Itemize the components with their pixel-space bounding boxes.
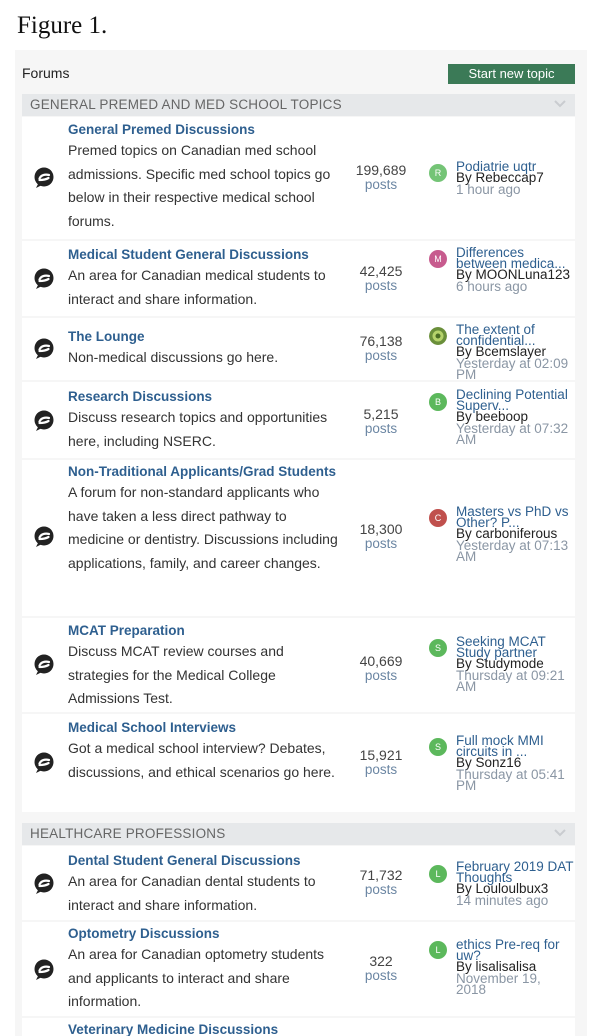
post-count: 18,300 (359, 521, 403, 537)
posts-label: posts (364, 536, 398, 551)
latest-time: 6 hours ago (456, 279, 528, 294)
forum-title-link[interactable]: Research Discussions (68, 390, 340, 404)
avatar[interactable]: B (429, 393, 447, 411)
avatar[interactable]: C (429, 509, 447, 527)
posts-label: posts (364, 968, 398, 983)
speech-bubble-icon (34, 752, 54, 773)
latest-time: November 19, 2018 (456, 971, 541, 997)
forum-row[interactable]: Medical School Interviews Got a medical … (22, 714, 575, 812)
category-header[interactable]: GENERAL PREMED AND MED SCHOOL TOPICS (22, 94, 575, 116)
forum-title-link[interactable]: MCAT Preparation (68, 624, 340, 638)
avatar[interactable]: L (429, 865, 447, 883)
latest-topic-link[interactable]: The extent of confidential... (456, 323, 574, 348)
posts-label: posts (364, 177, 398, 192)
posts-label: posts (364, 278, 398, 293)
forum-row[interactable]: General Premed Discussions Premed topics… (22, 117, 575, 239)
avatar[interactable]: R (429, 164, 447, 182)
forum-panel: Forums Start new topic GENERAL PREMED AN… (15, 50, 587, 1036)
latest-topic-link[interactable]: Seeking MCAT Study partner (456, 635, 574, 660)
latest-time: Thursday at 05:41 PM (456, 767, 565, 793)
latest-time: 14 minutes ago (456, 893, 549, 908)
posts-label: posts (364, 882, 398, 897)
speech-bubble-icon (34, 873, 54, 894)
forum-description: Discuss MCAT review courses and strategi… (68, 643, 284, 706)
posts-label: posts (364, 668, 398, 683)
category-title: GENERAL PREMED AND MED SCHOOL TOPICS (30, 97, 342, 112)
forum-title-link[interactable]: Veterinary Medicine Discussions (68, 1023, 340, 1036)
forum-row[interactable]: Dental Student General Discussions An ar… (22, 846, 575, 920)
latest-topic-link[interactable]: Full mock MMI circuits in ... (456, 734, 574, 759)
post-count: 322 (369, 953, 393, 969)
posts-label: posts (364, 421, 398, 436)
avatar[interactable] (429, 327, 447, 345)
forum-description: An area for Canadian medical students to… (68, 267, 326, 307)
forum-description: Got a medical school interview? Debates,… (68, 740, 335, 780)
latest-topic-link[interactable]: February 2019 DAT Thoughts (456, 860, 574, 885)
forum-row[interactable]: Medical Student General Discussions An a… (22, 241, 575, 316)
latest-topic-link[interactable]: Masters vs PhD vs Other? P... (456, 505, 574, 530)
avatar[interactable]: S (429, 639, 447, 657)
latest-time: Thursday at 09:21 AM (456, 668, 565, 694)
avatar[interactable]: M (429, 250, 447, 268)
forum-header: Forums Start new topic (15, 62, 587, 86)
speech-bubble-icon (34, 959, 54, 980)
posts-label: posts (364, 762, 398, 777)
forum-description: An area for Canadian optometry students … (68, 946, 325, 1009)
latest-topic-link[interactable]: Differences between medica... (456, 246, 574, 271)
forums-title: Forums (22, 65, 70, 81)
post-count: 71,732 (359, 867, 403, 883)
latest-time: 1 hour ago (456, 182, 521, 197)
forum-row[interactable]: Research Discussions Discuss research to… (22, 382, 575, 458)
category-title: HEALTHCARE PROFESSIONS (30, 826, 226, 841)
avatar[interactable]: L (429, 941, 447, 959)
post-count: 40,669 (359, 653, 403, 669)
chevron-down-icon[interactable] (554, 828, 566, 838)
forum-row[interactable]: MCAT Preparation Discuss MCAT review cou… (22, 618, 575, 712)
forum-description: Non-medical discussions go here. (68, 349, 279, 365)
speech-bubble-icon (34, 268, 54, 289)
posts-label: posts (364, 348, 398, 363)
start-new-topic-button[interactable]: Start new topic (448, 64, 575, 84)
forum-title-link[interactable]: Dental Student General Discussions (68, 854, 340, 868)
post-count: 42,425 (359, 263, 403, 279)
post-count: 5,215 (363, 406, 399, 422)
forum-title-link[interactable]: Medical Student General Discussions (68, 248, 340, 262)
speech-bubble-icon (34, 167, 54, 188)
forum-description: Discuss research topics and opportunitie… (68, 409, 328, 449)
forum-description: A forum for non-standard applicants who … (68, 484, 338, 571)
forum-title-link[interactable]: Optometry Discussions (68, 927, 340, 941)
category-header[interactable]: HEALTHCARE PROFESSIONS (22, 823, 575, 845)
forum-row[interactable]: The Lounge Non-medical discussions go he… (22, 318, 575, 382)
chevron-down-icon[interactable] (554, 99, 566, 109)
forum-row[interactable]: Non-Traditional Applicants/Grad Students… (22, 460, 575, 616)
post-count: 199,689 (355, 162, 407, 178)
forum-title-link[interactable]: General Premed Discussions (68, 123, 340, 137)
speech-bubble-icon (34, 526, 54, 547)
latest-time: Yesterday at 02:09 PM (456, 356, 569, 382)
latest-topic-link[interactable]: Declining Potential Superv... (456, 388, 574, 413)
latest-time: Yesterday at 07:13 AM (456, 538, 569, 564)
speech-bubble-icon (34, 654, 54, 675)
forum-description: Premed topics on Canadian med school adm… (68, 142, 331, 229)
forum-title-link[interactable]: The Lounge (68, 330, 340, 344)
speech-bubble-icon (34, 338, 54, 359)
figure-caption: Figure 1. (17, 12, 108, 39)
forum-row[interactable]: Optometry Discussions An area for Canadi… (22, 922, 575, 1016)
forum-title-link[interactable]: Non-Traditional Applicants/Grad Students (68, 465, 340, 479)
forum-row[interactable]: Veterinary Medicine Discussions (22, 1018, 575, 1036)
forum-description: An area for Canadian dental students to … (68, 873, 316, 913)
latest-time: Yesterday at 07:32 AM (456, 421, 569, 447)
forum-title-link[interactable]: Medical School Interviews (68, 721, 340, 735)
speech-bubble-icon (34, 410, 54, 431)
avatar[interactable]: S (429, 738, 447, 756)
post-count: 15,921 (359, 747, 403, 763)
post-count: 76,138 (359, 333, 403, 349)
latest-topic-link[interactable]: ethics Pre-req for uw? (456, 938, 574, 963)
